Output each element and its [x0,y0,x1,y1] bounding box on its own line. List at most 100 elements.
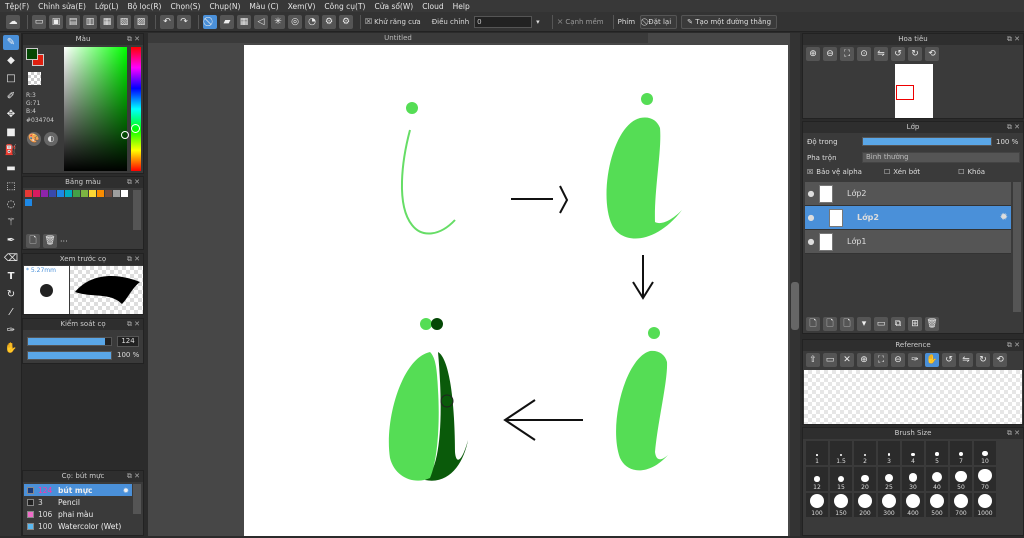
ruler-ellipse-icon[interactable]: ◎ [288,14,302,29]
close-icon[interactable]: × [557,17,564,26]
reference-image-area[interactable] [804,370,1022,424]
lock-label[interactable]: Khóa [967,168,985,176]
reset-view-icon[interactable]: ⟲ [925,47,939,61]
fit-icon[interactable]: ⛶ [840,47,854,61]
palette-swatch[interactable] [33,190,40,197]
ruler-grid-icon[interactable]: ▦ [237,14,251,29]
menu-item[interactable]: Cloud [422,2,443,11]
eyedropper-icon[interactable]: ✑ [908,353,922,367]
select-tool-icon[interactable]: ⬚ [3,179,19,194]
brush-size-cell[interactable]: 12 [806,467,828,491]
brush-size-cell[interactable]: 100 [806,493,828,517]
new-layer-1bit-icon[interactable]: 🗋 [840,317,854,331]
brush-size-cell[interactable]: 300 [878,493,900,517]
zoom-in-icon[interactable]: ⊕ [806,47,820,61]
menu-item[interactable]: Chụp(N) [209,2,240,11]
foreground-color-swatch[interactable] [26,48,38,60]
palette-swatch[interactable] [81,190,88,197]
layer-opacity-slider[interactable] [862,137,992,146]
clipping-label[interactable]: Xén bớt [893,168,920,176]
palette-swatch[interactable] [89,190,96,197]
brush-size-cell[interactable]: 15 [830,467,852,491]
gear-icon[interactable]: ✹ [1000,212,1008,223]
visibility-icon[interactable]: ● [805,213,817,222]
layer-row[interactable]: ● Lớp1 [805,230,1011,254]
eraser-tool-icon[interactable]: ◆ [3,53,19,68]
brush-size-cell[interactable]: 25 [878,467,900,491]
palette-swatch[interactable] [25,190,32,197]
palette-swatch[interactable] [25,199,32,206]
visibility-icon[interactable]: ● [805,237,817,246]
drawing-svg[interactable] [244,45,788,536]
select-eraser-icon[interactable]: ⌫ [3,251,19,266]
transparent-swatch[interactable] [28,72,41,85]
eyedropper-tool-icon[interactable]: ⁄ [3,305,19,320]
hand-icon[interactable]: ✋ [925,353,939,367]
more-label[interactable]: ··· [60,237,68,246]
brush-size-cell[interactable]: 4 [902,441,924,465]
chevron-down-icon[interactable]: ▾ [536,18,540,26]
rotate-right-icon[interactable]: ↻ [976,353,990,367]
magic-wand-icon[interactable]: ⚚ [3,215,19,230]
zoom-fit-icon[interactable]: ⛶ [874,353,888,367]
delete-layer-icon[interactable]: 🗑 [925,317,939,331]
duplicate-layer-icon[interactable]: ⧉ [891,317,905,331]
undo-icon[interactable]: ↶ [160,14,174,29]
panel-controls-icon[interactable]: ⧉ ✕ [127,471,140,482]
brush-size-cell[interactable]: 30 [902,467,924,491]
ruler-perspective-icon[interactable]: ◁ [254,14,268,29]
redo-icon[interactable]: ↷ [177,14,191,29]
menu-item[interactable]: Công cụ(T) [324,2,365,11]
hide-selection-icon[interactable]: ▭ [32,14,46,29]
menu-item[interactable]: Xem(V) [288,2,316,11]
brush-size-cell[interactable]: 1000 [974,493,996,517]
brush-list-item[interactable]: 100 Watercolor (Wet) [24,520,132,532]
gear-icon[interactable]: ✹ [123,486,129,495]
palette-swatch[interactable] [97,190,104,197]
rotate-left-icon[interactable]: ↺ [891,47,905,61]
divide-tool-icon[interactable]: ↻ [3,287,19,302]
ruler-symmetry-icon[interactable]: ⚙ [322,14,336,29]
text-tool-icon[interactable]: T [3,269,19,284]
saturation-value-picker[interactable] [64,47,127,171]
brush-size-cell[interactable]: 1 [806,441,828,465]
flip-icon[interactable]: ⇋ [874,47,888,61]
brush-size-cell[interactable]: 200 [854,493,876,517]
panel-controls-icon[interactable]: ⧉ ✕ [1007,340,1020,351]
smudge-tool-icon[interactable]: ✐ [3,89,19,104]
menu-item[interactable]: Tệp(F) [5,2,29,11]
actual-size-icon[interactable]: ⊙ [857,47,871,61]
panel-controls-icon[interactable]: ⧉ ✕ [1007,34,1020,45]
reset-icon[interactable]: ⟲ [993,353,1007,367]
create-guide-button[interactable]: ✎ Tạo một đường thẳng [681,14,778,29]
folder-icon[interactable]: ▭ [874,317,888,331]
navigator-viewport[interactable] [896,85,914,100]
panel-controls-icon[interactable]: ⧉ ✕ [127,254,140,265]
flip-icon[interactable]: ⇋ [959,353,973,367]
document-tab[interactable]: Untitled [148,33,648,43]
upload-icon[interactable]: ⇧ [806,353,820,367]
new-page-icon[interactable]: 🗋 [26,234,40,248]
blend-mode-select[interactable]: Bình thường [862,152,1020,163]
eyedropper-icon[interactable]: ✑ [3,323,19,338]
checkbox-icon[interactable]: ☐ [958,168,964,176]
adjust-input[interactable]: 0 [474,15,533,28]
add-layer-menu-icon[interactable]: ▾ [857,317,871,331]
ruler-parallel-icon[interactable]: ▰ [220,14,234,29]
checkbox-checked-icon[interactable]: ☒ [807,168,813,176]
palette-swatch[interactable] [73,190,80,197]
color-mix-icon[interactable]: ◐ [44,132,58,146]
deselect-icon[interactable]: ▣ [49,14,63,29]
clear-icon[interactable]: ▥ [83,14,97,29]
transform-icon[interactable]: ▧ [117,14,131,29]
hue-cursor[interactable] [131,124,140,133]
picker-cursor[interactable] [121,131,129,139]
palette-swatch[interactable] [41,190,48,197]
brush-size-cell[interactable]: 10 [974,441,996,465]
brush-list-item[interactable]: 106 phai màu [24,508,132,520]
brush-list-scrollbar[interactable] [133,484,141,514]
zoom-out-icon[interactable]: ⊖ [891,353,905,367]
palette-scrollbar[interactable] [133,190,141,230]
trash-icon[interactable]: 🗑 [43,234,57,248]
palette-swatch[interactable] [49,190,56,197]
